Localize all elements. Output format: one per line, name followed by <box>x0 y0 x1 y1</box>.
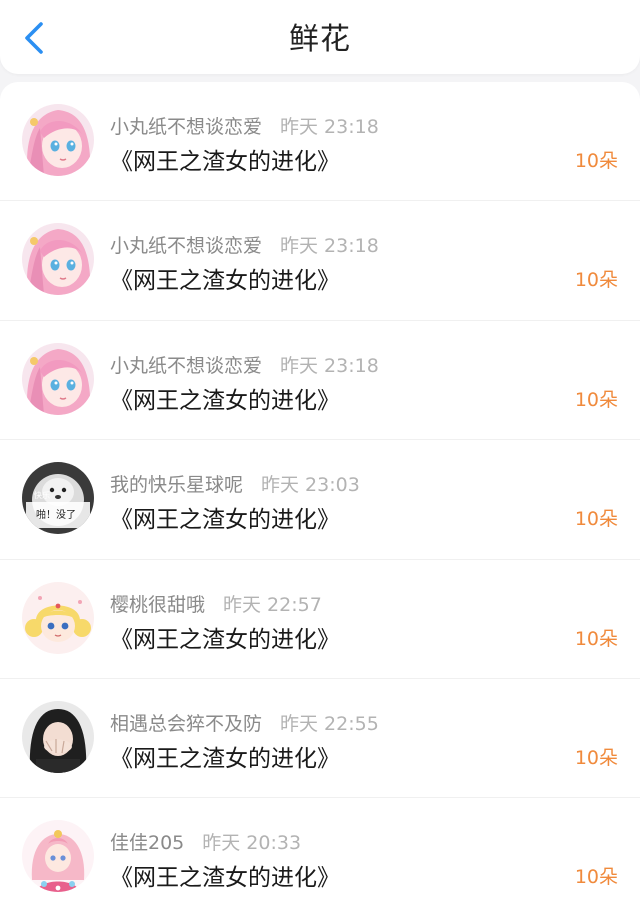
avatar[interactable] <box>22 342 94 415</box>
avatar[interactable] <box>22 223 94 296</box>
sent-time: 昨天 20:33 <box>202 832 302 855</box>
list-item[interactable]: 小丸纸不想谈恋爱 昨天 23:18 《网王之渣女的进化》 10朵 <box>0 321 640 441</box>
avatar[interactable] <box>22 581 94 654</box>
flower-count: 10朵 <box>574 627 618 650</box>
flower-count: 10朵 <box>574 508 618 531</box>
sender-meta: 小丸纸不想谈恋爱 昨天 23:18 <box>110 112 379 139</box>
flower-count: 10朵 <box>574 866 618 889</box>
list-item[interactable]: 小丸纸不想谈恋爱 昨天 23:18 《网王之渣女的进化》 10朵 <box>0 82 640 202</box>
avatar[interactable] <box>22 820 94 893</box>
page-title: 鲜花 <box>289 22 351 57</box>
sender-meta: 相遇总会猝不及防 昨天 22:55 <box>110 709 379 736</box>
list-item[interactable]: 快乐 啪！没了 我的快乐星球呢 昨天 23:03 《网王之渣女的进化》 10朵 <box>0 440 640 560</box>
sender-name[interactable]: 小丸纸不想谈恋爱 <box>110 235 262 257</box>
list-item[interactable]: 佳佳205 昨天 20:33 《网王之渣女的进化》 10朵 <box>0 798 640 909</box>
book-title[interactable]: 《网王之渣女的进化》 <box>110 142 340 176</box>
flower-count: 10朵 <box>574 269 618 292</box>
avatar-caption-bottom: 啪！没了 <box>36 508 76 521</box>
flower-count: 10朵 <box>574 150 618 172</box>
sender-meta: 小丸纸不想谈恋爱 昨天 23:18 <box>110 231 379 258</box>
sent-time: 昨天 23:18 <box>280 354 379 377</box>
list-item[interactable]: 樱桃很甜哦 昨天 22:57 《网王之渣女的进化》 10朵 <box>0 560 640 679</box>
book-title[interactable]: 《网王之渣女的进化》 <box>110 739 340 773</box>
sender-meta: 小丸纸不想谈恋爱 昨天 23:18 <box>110 351 379 378</box>
book-title[interactable]: 《网王之渣女的进化》 <box>110 500 340 534</box>
flower-list: 小丸纸不想谈恋爱 昨天 23:18 《网王之渣女的进化》 10朵 小丸纸不想谈恋爱… <box>0 82 640 909</box>
sent-time: 昨天 22:57 <box>223 593 322 616</box>
avatar[interactable] <box>22 700 94 773</box>
sent-time: 昨天 23:03 <box>261 474 360 497</box>
top-bar: 鲜花 <box>0 0 640 74</box>
book-title[interactable]: 《网王之渣女的进化》 <box>110 858 340 892</box>
avatar[interactable]: 快乐 啪！没了 <box>22 462 94 535</box>
sender-name[interactable]: 小丸纸不想谈恋爱 <box>110 116 262 138</box>
flower-count: 10朵 <box>574 388 618 411</box>
book-title[interactable]: 《网王之渣女的进化》 <box>110 261 340 295</box>
list-item[interactable]: 小丸纸不想谈恋爱 昨天 23:18 《网王之渣女的进化》 10朵 <box>0 201 640 321</box>
sender-name[interactable]: 樱桃很甜哦 <box>110 594 205 616</box>
sender-name[interactable]: 相遇总会猝不及防 <box>110 713 262 735</box>
avatar-caption-top: 快乐 <box>34 490 50 500</box>
sent-time: 昨天 23:18 <box>280 235 379 258</box>
book-title[interactable]: 《网王之渣女的进化》 <box>110 381 340 415</box>
sender-meta: 我的快乐星球呢 昨天 23:03 <box>110 470 360 497</box>
avatar[interactable] <box>22 104 94 176</box>
sender-name[interactable]: 佳佳205 <box>110 832 184 854</box>
sent-time: 昨天 23:18 <box>280 116 379 138</box>
sender-meta: 佳佳205 昨天 20:33 <box>110 828 301 855</box>
sender-name[interactable]: 小丸纸不想谈恋爱 <box>110 355 262 377</box>
sender-name[interactable]: 我的快乐星球呢 <box>110 474 243 496</box>
flower-count: 10朵 <box>574 746 618 769</box>
list-item[interactable]: 相遇总会猝不及防 昨天 22:55 《网王之渣女的进化》 10朵 <box>0 679 640 799</box>
sent-time: 昨天 22:55 <box>280 712 379 735</box>
book-title[interactable]: 《网王之渣女的进化》 <box>110 620 340 654</box>
sender-meta: 樱桃很甜哦 昨天 22:57 <box>110 590 322 617</box>
